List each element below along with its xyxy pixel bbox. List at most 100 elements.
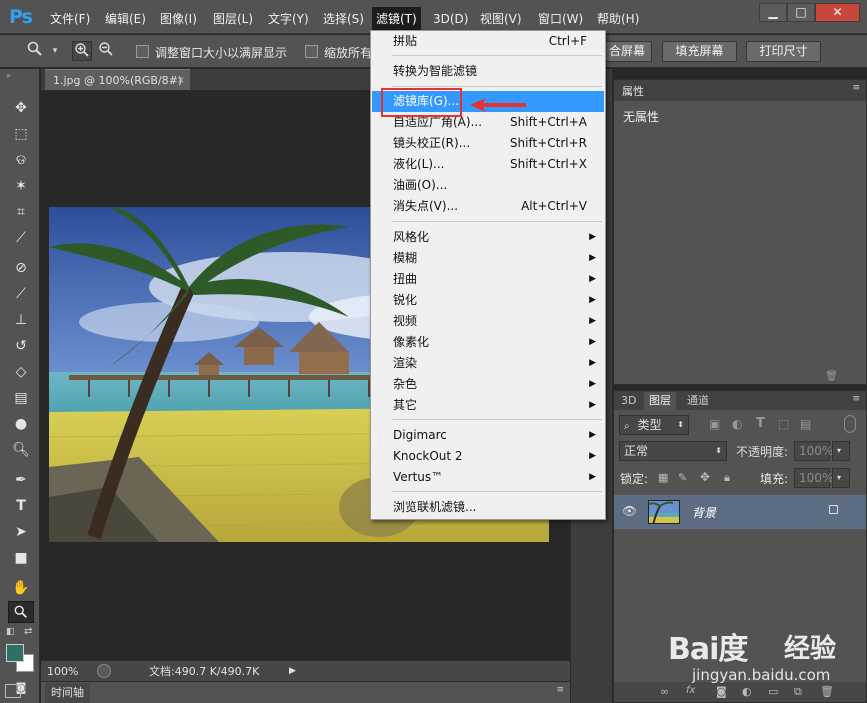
marquee-tool-icon[interactable]: ⬚ (8, 123, 34, 145)
zoom-tool-icon[interactable] (25, 41, 45, 61)
tab-close-icon[interactable]: × (177, 70, 185, 91)
lock-position-icon[interactable]: ✥ (700, 470, 710, 484)
filter-type-icon[interactable]: T (756, 416, 765, 431)
menu-help[interactable]: 帮助(H) (597, 9, 639, 29)
filter-shape-icon[interactable]: ⬚ (778, 417, 789, 431)
menu-3d[interactable]: 3D(D) (433, 9, 468, 29)
menu-item-sharpen[interactable]: 锐化 ▶ (372, 290, 604, 311)
layer-name[interactable]: 背景 (692, 504, 716, 521)
tab-channels[interactable]: 通道 (682, 392, 714, 410)
blend-mode-select[interactable]: 正常 ⬍ (619, 441, 727, 461)
fill-input[interactable]: 100% (794, 468, 833, 488)
zoom-level[interactable]: 100% (47, 661, 78, 682)
menu-item-vanishing-point[interactable]: 消失点(V)... Alt+Ctrl+V (372, 196, 604, 217)
clone-stamp-tool-icon[interactable]: ⊥ (8, 309, 34, 331)
new-layer-icon[interactable]: ⧉ (794, 685, 802, 699)
link-layers-icon[interactable]: ∞ (660, 685, 669, 698)
foreground-color-swatch[interactable] (6, 644, 24, 662)
menu-item-distort[interactable]: 扭曲 ▶ (372, 269, 604, 290)
menu-edit[interactable]: 编辑(E) (105, 9, 146, 29)
fit-screen-button[interactable]: 合屏幕 (600, 41, 652, 62)
healing-brush-tool-icon[interactable]: ⊘ (8, 257, 34, 279)
layer-visibility-eye-icon[interactable]: 👁︎ (622, 504, 637, 518)
default-colors-icon[interactable]: ◧ (6, 627, 15, 637)
tool-preset-chevron-icon[interactable]: ▾ (45, 41, 65, 61)
menu-item-pixelate[interactable]: 像素化 ▶ (372, 332, 604, 353)
zoom-out-icon[interactable] (96, 41, 116, 61)
zoom-tool-selected-icon[interactable] (8, 601, 34, 623)
fill-dropdown-icon[interactable]: ▾ (832, 468, 850, 488)
swap-colors-icon[interactable]: ⇄ (24, 626, 32, 637)
fill-screen-button[interactable]: 填充屏幕 (662, 41, 737, 62)
status-info-icon[interactable] (97, 664, 111, 678)
properties-title[interactable]: 属性 (622, 83, 644, 99)
layer-row-background[interactable]: 👁︎ 背景 (614, 495, 866, 529)
tab-3d[interactable]: 3D (616, 392, 641, 410)
menu-filter[interactable]: 滤镜(T) (372, 7, 421, 31)
menu-item-digimarc[interactable]: Digimarc ▶ (372, 425, 604, 446)
filter-smart-object-icon[interactable]: ▤ (800, 417, 811, 431)
path-selection-tool-icon[interactable]: ➤ (8, 521, 34, 543)
pen-tool-icon[interactable]: ✒ (8, 469, 34, 491)
filter-toggle-icon[interactable] (844, 415, 856, 433)
filter-adjustment-icon[interactable]: ◐ (732, 417, 742, 431)
gradient-tool-icon[interactable]: ▤ (8, 387, 34, 409)
shape-tool-icon[interactable]: ■ (8, 547, 34, 569)
crop-tool-icon[interactable]: ⌗ (8, 201, 34, 223)
menu-item-other[interactable]: 其它 ▶ (372, 395, 604, 416)
eraser-tool-icon[interactable]: ◇ (8, 361, 34, 383)
add-mask-icon[interactable]: ◙ (716, 685, 727, 698)
status-menu-arrow-icon[interactable]: ▶ (289, 661, 296, 682)
eyedropper-tool-icon[interactable]: ⟋ (8, 227, 34, 249)
document-tab[interactable]: 1.jpg @ 100%(RGB/8#) × (45, 69, 190, 90)
menu-item-oil-paint[interactable]: 油画(O)... (372, 175, 604, 196)
zoom-all-checkbox[interactable] (305, 45, 318, 58)
filter-pixel-icon[interactable]: ▣ (709, 417, 720, 431)
menu-item-stylize[interactable]: 风格化 ▶ (372, 227, 604, 248)
menu-item-vertus[interactable]: Vertus™ ▶ (372, 467, 604, 488)
screen-mode-icon[interactable] (5, 684, 21, 698)
menu-item-render[interactable]: 渲染 ▶ (372, 353, 604, 374)
magic-wand-tool-icon[interactable]: ✶ (8, 175, 34, 197)
menu-file[interactable]: 文件(F) (50, 9, 90, 29)
move-tool-icon[interactable]: ✥ (8, 97, 34, 119)
hand-tool-icon[interactable]: ✋ (8, 577, 34, 599)
menu-type[interactable]: 文字(Y) (268, 9, 309, 29)
lasso-tool-icon[interactable]: ଡ (8, 149, 34, 171)
menu-item-lens-correction[interactable]: 镜头校正(R)... Shift+Ctrl+R (372, 133, 604, 154)
trash-icon[interactable]: 🗑︎ (825, 371, 838, 382)
menu-view[interactable]: 视图(V) (480, 9, 522, 29)
menu-layer[interactable]: 图层(L) (213, 9, 253, 29)
minimize-button[interactable]: ▁ (759, 3, 787, 22)
menu-item-liquify[interactable]: 液化(L)... Shift+Ctrl+X (372, 154, 604, 175)
menu-item-video[interactable]: 视频 ▶ (372, 311, 604, 332)
new-group-icon[interactable]: ▭ (768, 685, 778, 698)
layer-style-icon[interactable]: fx (686, 685, 695, 696)
lock-transparent-icon[interactable]: ▦ (658, 471, 668, 484)
resize-window-checkbox[interactable] (136, 45, 149, 58)
menu-item-browse-online-filters[interactable]: 浏览联机滤镜... (372, 497, 604, 518)
menu-item-last-filter[interactable]: 拼贴 Ctrl+F (372, 31, 604, 52)
lock-image-icon[interactable]: ✎ (678, 471, 687, 484)
delete-layer-icon[interactable]: 🗑︎ (820, 685, 834, 698)
collapse-tools-icon[interactable]: » (6, 71, 11, 80)
new-adjustment-icon[interactable]: ◐ (742, 685, 752, 698)
brush-tool-icon[interactable]: ⟋ (8, 283, 34, 305)
print-size-button[interactable]: 打印尺寸 (746, 41, 821, 62)
opacity-dropdown-icon[interactable]: ▾ (832, 441, 850, 461)
lock-all-icon[interactable]: 🔒︎ (724, 471, 730, 485)
menu-item-blur[interactable]: 模糊 ▶ (372, 248, 604, 269)
timeline-tab[interactable]: 时间轴 (45, 683, 90, 703)
panel-menu-icon[interactable]: ≡ (852, 394, 860, 404)
layer-filter-kind-select[interactable]: ⌕ 类型 ⬍ (619, 415, 689, 435)
type-tool-icon[interactable]: T (8, 495, 34, 517)
timeline-menu-icon[interactable]: ≡ (556, 685, 564, 695)
menu-item-noise[interactable]: 杂色 ▶ (372, 374, 604, 395)
history-brush-tool-icon[interactable]: ↺ (8, 335, 34, 357)
opacity-input[interactable]: 100% (794, 441, 833, 461)
panel-menu-icon[interactable]: ≡ (852, 83, 860, 93)
menu-select[interactable]: 选择(S) (323, 9, 364, 29)
menu-item-convert-smart-filters[interactable]: 转换为智能滤镜 (372, 61, 604, 82)
dodge-tool-icon[interactable]: 🔍︎ (8, 439, 34, 461)
blur-tool-icon[interactable]: ● (8, 413, 34, 435)
